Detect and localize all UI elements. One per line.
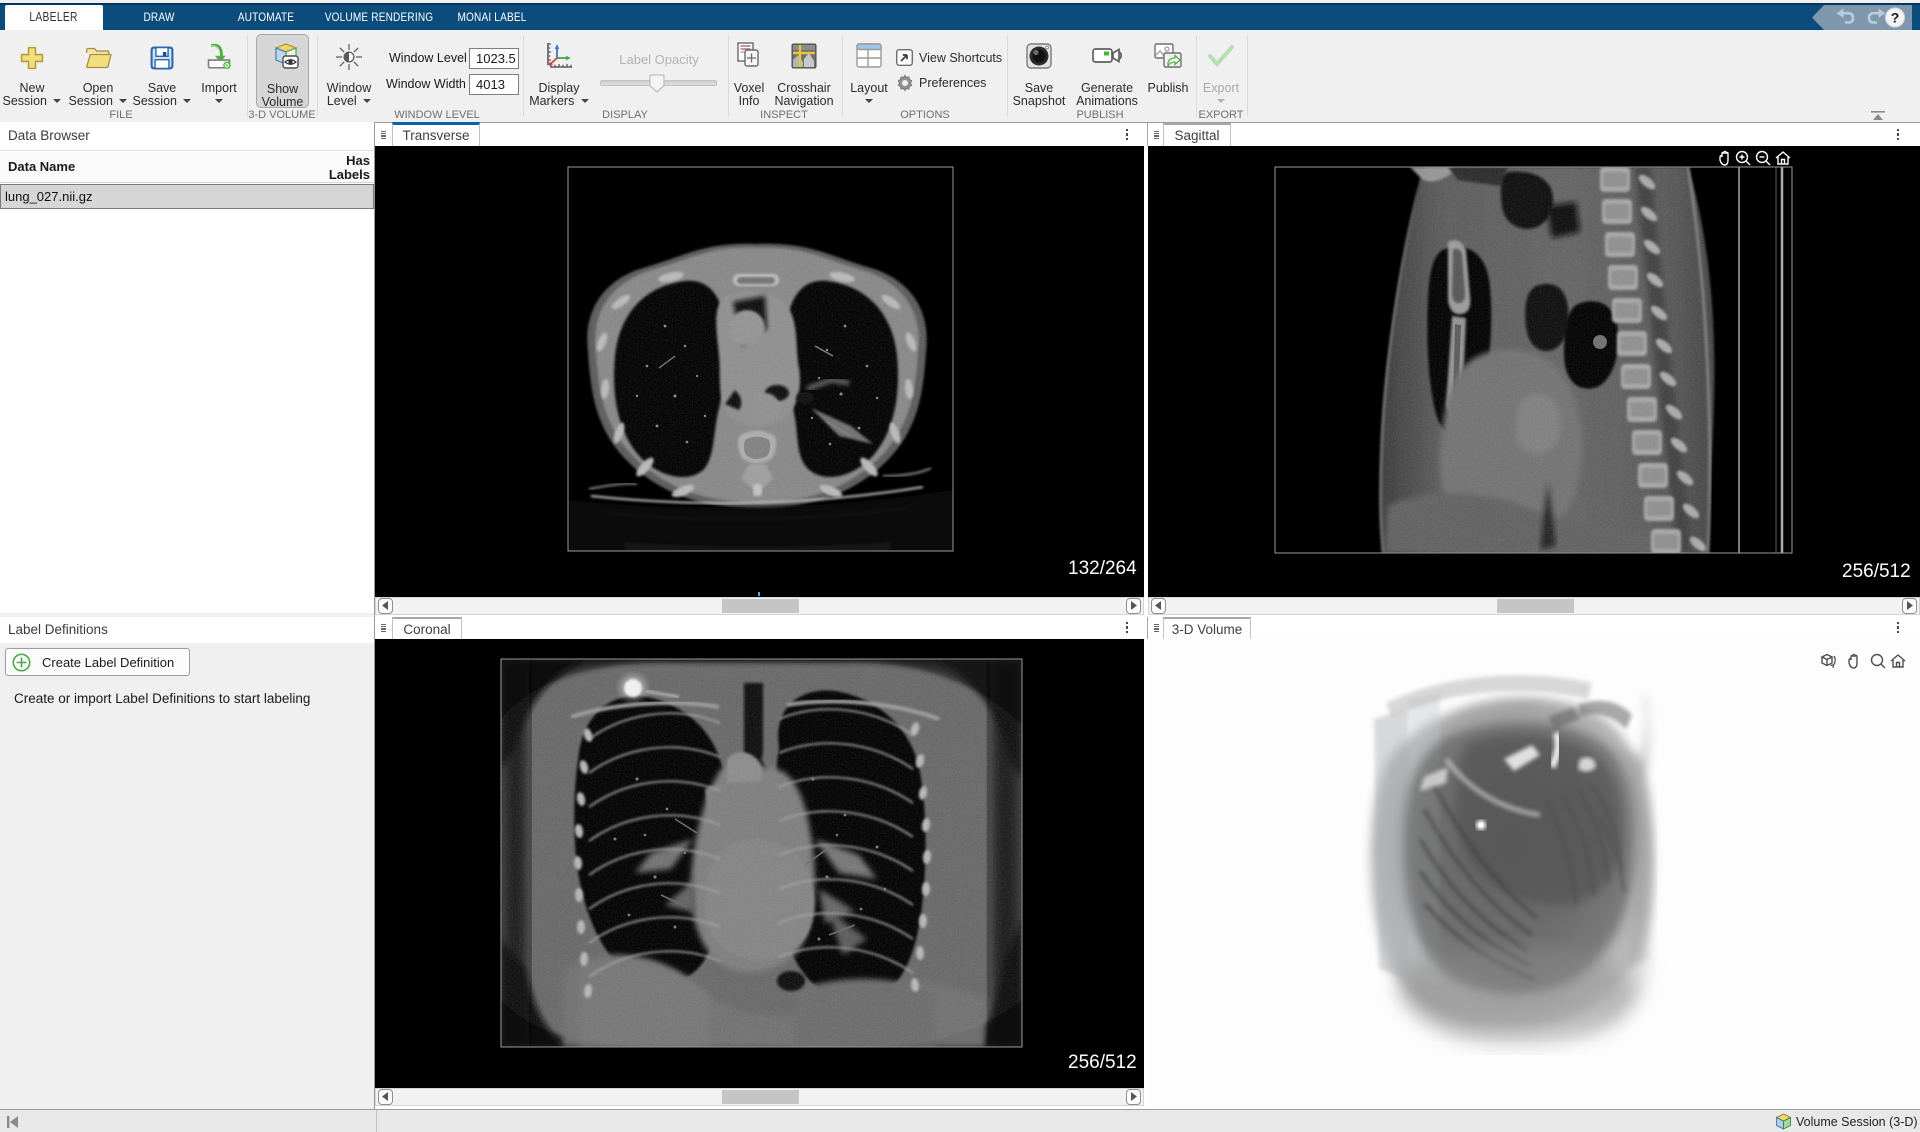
svg-text:?: ? xyxy=(1891,10,1900,26)
